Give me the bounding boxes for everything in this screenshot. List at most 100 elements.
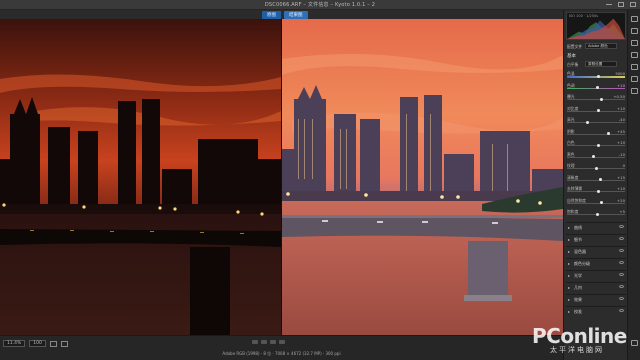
slider-thumb[interactable] (591, 155, 595, 158)
visibility-icon[interactable] (619, 225, 624, 228)
slider-track[interactable] (567, 133, 625, 135)
slider-row[interactable]: 清晰度 +15 (567, 175, 625, 181)
section-collapsed[interactable]: ▸ 颜色分级 (566, 258, 626, 267)
after-image-pane[interactable] (282, 19, 563, 335)
chevron-right-icon[interactable]: ▸ (568, 249, 570, 254)
profile-select[interactable]: 配置文件 Adobe 颜色 (567, 43, 625, 50)
slider-thumb[interactable] (600, 201, 603, 204)
maximize-icon[interactable] (618, 2, 624, 7)
edit-icon[interactable] (631, 16, 638, 22)
slider-track[interactable] (567, 110, 625, 112)
tab-before[interactable]: 原图 (262, 11, 281, 19)
section-basic[interactable]: 基本 (567, 53, 576, 59)
slider-track[interactable] (567, 99, 625, 100)
minimize-icon[interactable] (606, 2, 612, 5)
slider-track[interactable] (567, 179, 625, 181)
chevron-right-icon[interactable]: ▸ (568, 225, 570, 230)
view-mode-icon[interactable] (270, 340, 276, 344)
image-info[interactable]: Adobe RGB (1998) · 8 位 · 7008 × 4672 (32… (0, 351, 563, 357)
slider-row[interactable]: 饱和度 +5 (567, 209, 625, 216)
settings-icon[interactable] (631, 340, 638, 346)
before-image-pane[interactable] (0, 19, 281, 335)
view-mode-icon[interactable] (279, 340, 285, 344)
section-collapsed[interactable]: ▸ 几何 (566, 282, 626, 291)
section-label: 颜色分级 (574, 261, 590, 266)
mask-icon[interactable] (631, 52, 638, 58)
slider-row[interactable]: 黑色 -10 (567, 152, 625, 158)
white-balance-value[interactable]: 原照设置 (585, 61, 617, 67)
slider-thumb[interactable] (595, 212, 599, 216)
crop-icon[interactable] (631, 28, 638, 34)
redeye-icon[interactable] (631, 64, 638, 70)
slider-row[interactable]: 纹理 0 (567, 163, 625, 170)
profile-value[interactable]: Adobe 颜色 (585, 43, 617, 49)
slider-track[interactable] (567, 145, 625, 146)
slider-track[interactable] (567, 122, 625, 123)
zoom-level[interactable]: 11.4% (3, 340, 26, 347)
chevron-right-icon[interactable]: ▸ (568, 285, 570, 290)
slider-row[interactable]: 曝光 +0.50 (567, 94, 625, 101)
visibility-icon[interactable] (619, 249, 624, 252)
view-tab-bar: 原图 结果图 (0, 10, 563, 19)
visibility-icon[interactable] (619, 297, 624, 300)
chevron-right-icon[interactable]: ▸ (568, 237, 570, 242)
zoom-preset[interactable]: 100 (29, 340, 46, 347)
white-balance-select[interactable]: 白平衡 原照设置 (567, 61, 625, 68)
chevron-right-icon[interactable]: ▸ (568, 273, 570, 278)
slider-row[interactable]: 对比度 +10 (567, 106, 625, 112)
section-collapsed[interactable]: ▸ 光学 (566, 270, 626, 279)
slider-row[interactable]: 色调 +10 (567, 83, 625, 89)
presets-icon[interactable] (631, 76, 638, 82)
tool-strip (627, 10, 640, 360)
slider-thumb[interactable] (595, 86, 599, 89)
watermark: PConline 太平洋电脑网 (532, 324, 632, 358)
section-collapsed[interactable]: ▸ 校准 (566, 306, 626, 315)
section-label: 曲线 (574, 225, 582, 230)
chevron-right-icon[interactable]: ▸ (568, 309, 570, 314)
section-collapsed[interactable]: ▸ 效果 (566, 294, 626, 303)
slider-thumb[interactable] (606, 132, 610, 135)
view-mode-icon[interactable] (252, 340, 258, 344)
slider-thumb[interactable] (597, 143, 601, 147)
slider-row[interactable]: 去除薄雾 +10 (567, 186, 625, 193)
more-icon[interactable] (631, 88, 638, 94)
section-collapsed[interactable]: ▸ 细节 (566, 234, 626, 243)
close-icon[interactable] (630, 2, 636, 7)
slider-track[interactable] (567, 191, 625, 192)
slider-row[interactable]: 白色 +10 (567, 140, 625, 147)
visibility-icon[interactable] (619, 273, 624, 276)
slider-row[interactable]: 色温 5000 (567, 71, 625, 78)
before-photo (0, 19, 281, 335)
slider-thumb[interactable] (597, 189, 601, 193)
slider-row[interactable]: 自然饱和度 +20 (567, 198, 625, 204)
filter-icon[interactable] (60, 340, 68, 347)
heal-icon[interactable] (631, 40, 638, 46)
window-title: DSC0066.ARF – 文件信息 – Kyoto 1.0.1 – 2 (264, 2, 376, 8)
slider-thumb[interactable] (598, 178, 602, 181)
tab-after[interactable]: 结果图 (284, 11, 308, 19)
visibility-icon[interactable] (619, 261, 624, 264)
slider-thumb[interactable] (597, 109, 601, 112)
white-balance-label: 白平衡 (567, 62, 579, 67)
section-collapsed[interactable]: ▸ 混色器 (566, 246, 626, 255)
slider-track[interactable] (567, 76, 625, 78)
section-label: 光学 (574, 273, 582, 278)
slider-thumb[interactable] (594, 166, 598, 170)
slider-thumb[interactable] (600, 97, 603, 101)
visibility-icon[interactable] (619, 285, 624, 288)
chevron-right-icon[interactable]: ▸ (568, 261, 570, 266)
view-mode-icon[interactable] (261, 340, 267, 344)
slider-track[interactable] (567, 156, 625, 158)
grid-icon[interactable] (49, 340, 57, 347)
visibility-icon[interactable] (619, 237, 624, 240)
section-label: 校准 (574, 309, 582, 314)
slider-thumb[interactable] (586, 120, 590, 124)
visibility-icon[interactable] (619, 309, 624, 312)
slider-track[interactable] (567, 202, 625, 204)
section-collapsed[interactable]: ▸ 曲线 (566, 222, 626, 231)
slider-row[interactable]: 阴影 +45 (567, 129, 625, 135)
title-bar: DSC0066.ARF – 文件信息 – Kyoto 1.0.1 – 2 (0, 0, 640, 10)
slider-row[interactable]: 高光 -40 (567, 117, 625, 124)
slider-thumb[interactable] (597, 74, 601, 78)
chevron-right-icon[interactable]: ▸ (568, 297, 570, 302)
